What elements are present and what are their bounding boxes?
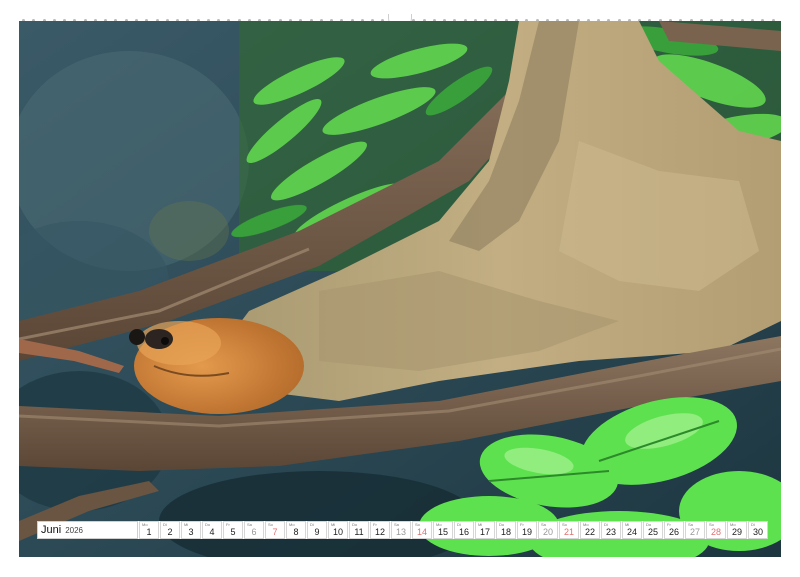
day-cell: Mi 24: [622, 521, 642, 539]
month-label-box: Juni 2026: [37, 521, 138, 539]
day-number: 13: [395, 527, 406, 537]
day-number: 3: [188, 527, 194, 537]
day-number: 9: [314, 527, 320, 537]
calendar-strip: Juni 2026 Mo 1 Di 2 Mi 3 Do 4 Fr 5 Sa 6 So 7 Mo 8 Di 9 Mi 1…: [37, 521, 768, 539]
day-number: 2: [167, 527, 173, 537]
day-cell: Mo 15: [433, 521, 453, 539]
day-cell: Fr 5: [223, 521, 243, 539]
day-number: 27: [689, 527, 700, 537]
day-number: 24: [626, 527, 637, 537]
day-number: 11: [354, 527, 364, 537]
month-name: Juni: [41, 524, 62, 536]
day-number: 29: [731, 527, 742, 537]
day-number: 1: [146, 527, 152, 537]
year-label: 2026: [65, 525, 83, 535]
day-number: 5: [230, 527, 236, 537]
day-cell: Mo 8: [286, 521, 306, 539]
day-cell: Do 25: [643, 521, 663, 539]
day-cell: Di 30: [748, 521, 768, 539]
day-cell: Sa 6: [244, 521, 264, 539]
day-number: 4: [209, 527, 215, 537]
day-cell: Mi 17: [475, 521, 495, 539]
day-cell: Di 16: [454, 521, 474, 539]
day-number: 21: [563, 527, 574, 537]
day-number: 20: [542, 527, 553, 537]
day-number: 19: [521, 527, 532, 537]
day-cell: Mo 1: [139, 521, 159, 539]
day-cell: Sa 27: [685, 521, 705, 539]
day-number: 7: [272, 527, 278, 537]
day-cell: Di 9: [307, 521, 327, 539]
day-cell: So 28: [706, 521, 726, 539]
day-number: 25: [647, 527, 658, 537]
day-number: 15: [437, 527, 448, 537]
day-cell: Fr 26: [664, 521, 684, 539]
day-cell: Fr 12: [370, 521, 390, 539]
day-cell: Mi 3: [181, 521, 201, 539]
day-cell: Di 23: [601, 521, 621, 539]
sloth-photo: [19, 21, 781, 557]
day-number: 6: [251, 527, 257, 537]
day-number: 14: [416, 527, 427, 537]
day-cell: Mi 10: [328, 521, 348, 539]
day-cell: So 21: [559, 521, 579, 539]
day-cell: So 7: [265, 521, 285, 539]
day-number: 17: [479, 527, 490, 537]
day-cell: Fr 19: [517, 521, 537, 539]
sloth-photo-illustration: [19, 21, 781, 557]
day-number: 23: [605, 527, 616, 537]
day-cell: Mo 22: [580, 521, 600, 539]
day-number: 28: [710, 527, 721, 537]
day-cell: So 14: [412, 521, 432, 539]
day-cell: Di 2: [160, 521, 180, 539]
day-number: 30: [752, 527, 763, 537]
day-cell: Mo 29: [727, 521, 747, 539]
day-cell: Sa 13: [391, 521, 411, 539]
day-cells: Mo 1 Di 2 Mi 3 Do 4 Fr 5 Sa 6 So 7 Mo 8 Di 9 Mi 10 Do 11 Fr 12 S…: [138, 521, 768, 539]
day-number: 12: [374, 527, 385, 537]
day-number: 22: [584, 527, 595, 537]
day-cell: Do 11: [349, 521, 369, 539]
day-cell: Do 4: [202, 521, 222, 539]
day-number: 8: [293, 527, 299, 537]
day-cell: Sa 20: [538, 521, 558, 539]
day-number: 26: [668, 527, 679, 537]
calendar-page: Juni 2026 Mo 1 Di 2 Mi 3 Do 4 Fr 5 Sa 6 So 7 Mo 8 Di 9 Mi 1…: [0, 0, 800, 577]
day-number: 16: [458, 527, 469, 537]
day-cell: Do 18: [496, 521, 516, 539]
day-number: 10: [332, 527, 343, 537]
day-number: 18: [500, 527, 511, 537]
